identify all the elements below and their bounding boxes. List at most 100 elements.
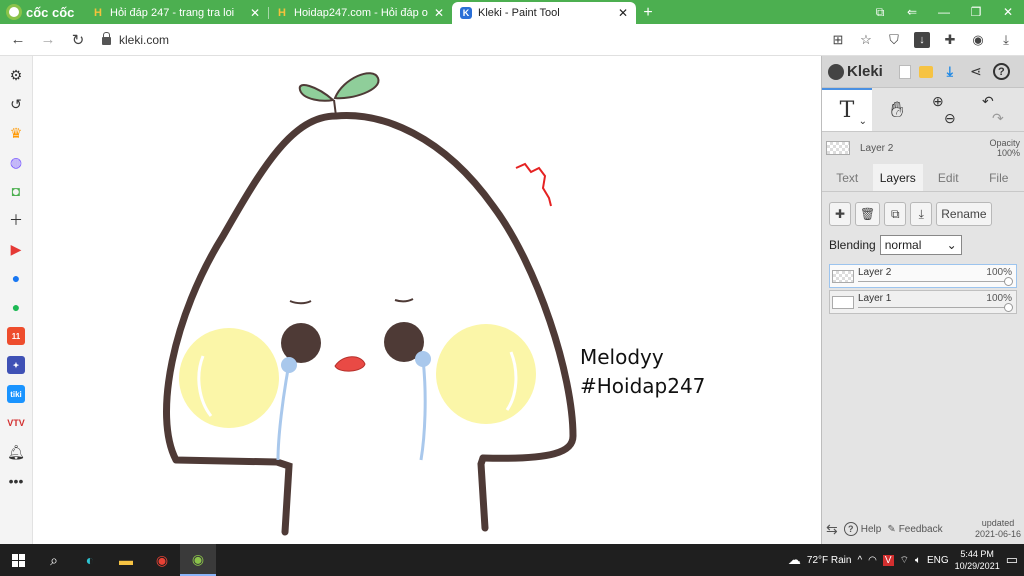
download-ext-icon[interactable]: ↓ <box>910 28 934 52</box>
delete-layer-button[interactable]: 🗑︎ <box>855 202 881 226</box>
kleki-side-panel: Kleki ⤓ ⋖ ? T ⌄ ✋︎ ⊕ ⊖ ↶ ↷ Layer 2 Opacit… <box>821 56 1024 544</box>
chrome-icon[interactable]: ◉ <box>144 544 180 576</box>
more-icon[interactable]: ••• <box>7 472 25 490</box>
facebook-icon[interactable]: ● <box>7 269 25 287</box>
messenger-icon[interactable]: ◍ <box>7 153 25 171</box>
tab-hoidap-2[interactable]: H Hoidap247.com - Hỏi đáp or ✕ <box>268 2 452 24</box>
merge-layer-button[interactable]: ⤓ <box>910 202 933 226</box>
left-arm <box>273 458 293 536</box>
coccoc-taskbar-icon[interactable]: ◉ <box>180 544 216 576</box>
opacity-slider-handle[interactable] <box>1004 303 1013 312</box>
tiki-icon[interactable]: tiki <box>7 385 25 403</box>
tab-edit[interactable]: Edit <box>923 164 974 191</box>
kleki-logo[interactable]: Kleki <box>828 63 883 80</box>
duplicate-layer-button[interactable]: ⧉ <box>884 202 907 226</box>
star-icon[interactable]: ☆ <box>854 28 878 52</box>
tab-hoidap-1[interactable]: H Hỏi đáp 247 - trang tra loi ✕ <box>84 2 268 24</box>
spotify-icon[interactable]: ● <box>7 298 25 316</box>
save-download-icon[interactable]: ⤓ <box>941 63 959 81</box>
tab-layers[interactable]: Layers <box>872 164 923 191</box>
text-tool-button[interactable]: T ⌄ <box>822 88 872 131</box>
crown-icon[interactable]: ♛ <box>7 124 25 142</box>
search-icon[interactable]: ⌕ <box>36 544 72 576</box>
tab-text[interactable]: Text <box>822 164 873 191</box>
close-tab-icon[interactable]: ✕ <box>250 6 260 20</box>
wifi-status-icon[interactable]: ⌔ <box>900 554 909 567</box>
language-indicator[interactable]: ENG <box>927 555 949 566</box>
close-window-button[interactable]: ✕ <box>992 5 1024 19</box>
translate-icon[interactable]: ⊞ <box>826 28 850 52</box>
mouth <box>334 356 366 372</box>
drawing: Melodyy #Hoidap247 <box>163 72 705 536</box>
panel-tabs: Text Layers Edit File <box>822 164 1024 192</box>
shopee-icon[interactable]: 11 <box>7 327 25 345</box>
notifications-icon[interactable]: ▭ <box>1006 552 1018 568</box>
opacity-slider-track[interactable] <box>858 281 1010 282</box>
forward-button[interactable]: → <box>36 28 60 52</box>
rename-layer-button[interactable]: Rename <box>936 202 992 226</box>
shield-icon[interactable]: ⛉ <box>882 28 906 52</box>
clock[interactable]: 5:44 PM 10/29/2021 <box>955 548 1000 572</box>
add-icon[interactable]: ＋ <box>7 211 25 229</box>
history-icon[interactable]: ↺ <box>7 95 25 113</box>
system-tray: ☁ 72°F Rain ^ ◠ V ⌔ 🔈︎ ENG 5:44 PM 10/29… <box>788 548 1024 572</box>
right-cheek <box>436 324 536 424</box>
help-icon[interactable]: ? <box>992 63 1010 80</box>
blending-select[interactable]: normal ⌄ <box>879 235 962 255</box>
opacity-slider-track[interactable] <box>858 307 1010 308</box>
file-explorer-icon[interactable]: ▬ <box>108 544 144 576</box>
profile-icon[interactable]: ◉ <box>966 28 990 52</box>
help-button[interactable]: ? Help <box>843 522 881 536</box>
chevron-up-icon[interactable]: ^ <box>857 555 862 566</box>
start-button[interactable] <box>0 544 36 576</box>
youtube-icon[interactable]: ▶ <box>7 240 25 258</box>
redo-icon[interactable]: ↷ <box>982 110 1004 127</box>
zoom-in-icon[interactable]: ⊕ <box>932 93 972 110</box>
download-icon[interactable]: ⤓ <box>994 28 1018 52</box>
new-image-icon[interactable] <box>898 64 911 79</box>
zoom-out-icon[interactable]: ⊖ <box>932 110 972 127</box>
game-app-icon[interactable]: ✦ <box>7 356 25 374</box>
opacity-slider-handle[interactable] <box>1004 277 1013 286</box>
url-field[interactable]: kleki.com <box>96 28 820 52</box>
drawing-canvas[interactable]: Melodyy #Hoidap247 <box>33 56 821 544</box>
restore-button[interactable]: ❐ <box>960 5 992 19</box>
reload-button[interactable]: ↻ <box>66 28 90 52</box>
extensions-icon[interactable]: ✚ <box>938 28 962 52</box>
toolbar-actions: ⊞ ☆ ⛉ ↓ ✚ ◉ ⤓ <box>826 28 1018 52</box>
feedback-button[interactable]: ✎ Feedback <box>887 524 942 535</box>
layer-item-1[interactable]: Layer 1 100% <box>829 290 1017 314</box>
back-button[interactable]: ← <box>6 28 30 52</box>
game-icon[interactable]: ◘ <box>7 182 25 200</box>
cast-icon[interactable]: ⧉ <box>864 5 896 20</box>
weather-text[interactable]: 72°F Rain <box>807 555 852 566</box>
add-layer-button[interactable]: ✚ <box>829 202 851 226</box>
lock-icon <box>102 32 111 45</box>
layer-item-2[interactable]: Layer 2 100% <box>829 264 1017 288</box>
bell-icon[interactable]: 🔔︎ <box>7 443 25 461</box>
layer-name: Layer 1 <box>858 293 892 304</box>
speaker-icon[interactable]: 🔈︎ <box>915 555 921 566</box>
settings-icon[interactable]: ⚙ <box>7 66 25 84</box>
wifi-icon[interactable]: ◠ <box>868 555 877 566</box>
vivaldi-icon[interactable]: V <box>882 554 894 566</box>
update-info[interactable]: updated 2021-06-16 <box>975 518 1021 540</box>
tab-file[interactable]: File <box>974 164 1024 191</box>
hoidap-favicon-icon: H <box>94 7 102 19</box>
swap-panel-button[interactable]: ⇆ <box>826 521 838 538</box>
open-folder-icon[interactable] <box>918 65 933 78</box>
coccoc-brand[interactable]: cốc cốc <box>0 0 84 24</box>
share-icon[interactable]: ⋖ <box>967 63 985 81</box>
minimize-button[interactable]: — <box>928 5 960 19</box>
vtv-icon[interactable]: VTV <box>7 414 25 432</box>
edge-icon[interactable]: ◐ <box>72 544 108 576</box>
chevron-down-icon[interactable]: ⌄ <box>859 116 867 127</box>
undo-icon[interactable]: ↶ <box>982 93 1004 110</box>
tab-kleki[interactable]: K Kleki - Paint Tool ✕ <box>452 2 636 24</box>
close-tab-icon[interactable]: ✕ <box>618 6 628 20</box>
hand-tool-button[interactable]: ✋︎ <box>872 88 922 131</box>
close-tab-icon[interactable]: ✕ <box>434 6 444 20</box>
new-tab-button[interactable]: + <box>636 2 660 24</box>
bookmark-menu-icon[interactable]: ⇐ <box>896 5 928 19</box>
right-leaf <box>333 72 380 100</box>
